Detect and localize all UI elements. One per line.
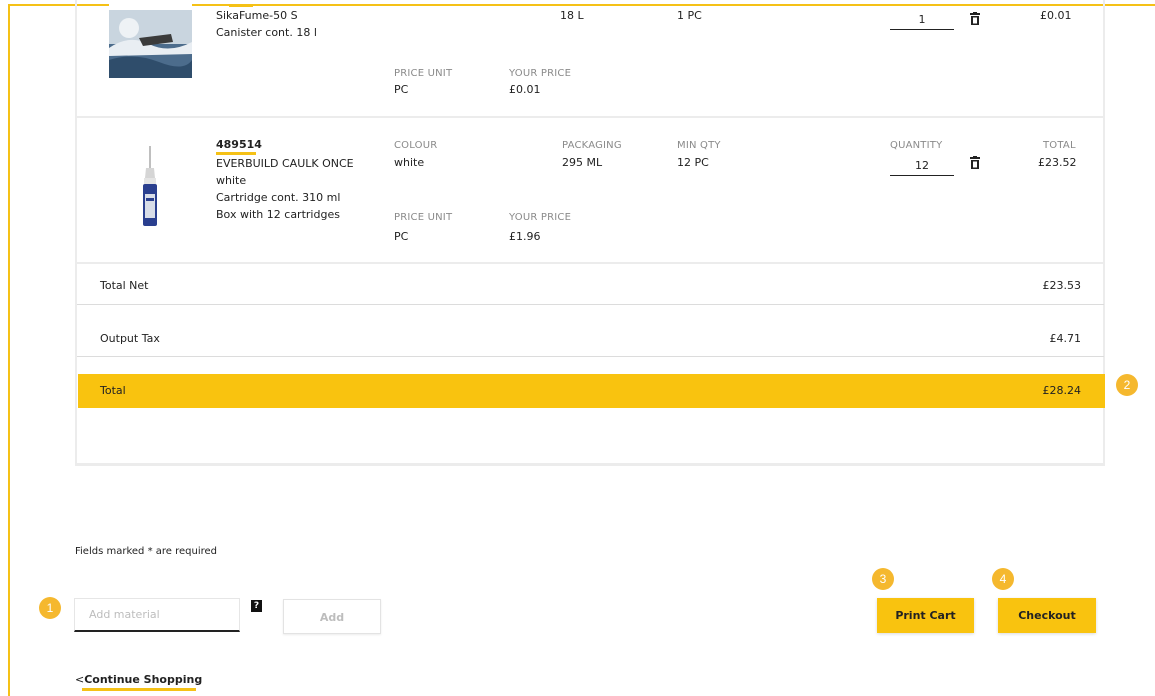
chevron-left-icon: < xyxy=(75,673,85,686)
checkout-button[interactable]: Checkout xyxy=(998,598,1096,633)
step-badge: 2 xyxy=(1116,374,1138,396)
price-unit-label: PRICE UNIT xyxy=(394,212,453,223)
article-number-link[interactable]: 489514 xyxy=(216,137,262,152)
add-material-input[interactable]: Add material xyxy=(74,598,240,632)
total-net-label: Total Net xyxy=(100,279,149,292)
quantity-label: QUANTITY xyxy=(890,140,943,151)
your-price-value: £0.01 xyxy=(509,83,541,96)
help-icon[interactable]: ? xyxy=(251,600,262,612)
required-note: Fields marked * are required xyxy=(75,546,217,557)
quantity-input[interactable]: 12 xyxy=(890,156,954,176)
grand-total-label: Total xyxy=(100,384,126,397)
item-packaging: 18 L xyxy=(560,9,584,22)
print-cart-button[interactable]: Print Cart xyxy=(877,598,974,633)
quantity-input[interactable]: 1 xyxy=(890,10,954,30)
trash-icon[interactable] xyxy=(969,12,981,26)
output-tax-value: £4.71 xyxy=(1049,332,1082,345)
continue-shopping-link[interactable]: <Continue Shopping xyxy=(75,673,202,686)
price-unit-value: PC xyxy=(394,83,409,96)
grand-total-bar xyxy=(78,374,1105,408)
article-underline xyxy=(229,4,253,7)
link-underline xyxy=(82,688,196,691)
packaging-label: PACKAGING xyxy=(562,140,622,151)
step-badge: 3 xyxy=(872,568,894,590)
your-price-label: YOUR PRICE xyxy=(509,212,572,223)
row-divider xyxy=(77,116,1104,118)
output-tax-label: Output Tax xyxy=(100,332,160,345)
item-total: £23.52 xyxy=(1038,156,1077,169)
product-image xyxy=(109,4,192,78)
colour-value: white xyxy=(394,156,425,169)
row-divider xyxy=(77,304,1104,305)
min-qty-label: MIN QTY xyxy=(677,140,721,151)
your-price-value: £1.96 xyxy=(509,230,541,243)
price-unit-label: PRICE UNIT xyxy=(394,68,453,79)
item-description: Canister cont. 18 l xyxy=(216,26,317,39)
trash-icon[interactable] xyxy=(969,156,981,170)
item-name: EVERBUILD CAULK ONCE xyxy=(216,157,354,170)
total-label: TOTAL xyxy=(1043,140,1076,151)
item-description: Cartridge cont. 310 ml xyxy=(216,191,341,204)
article-underline xyxy=(216,152,256,155)
item-box: Box with 12 cartridges xyxy=(216,208,340,221)
item-total: £0.01 xyxy=(1040,9,1072,22)
row-divider xyxy=(77,356,1104,357)
price-unit-value: PC xyxy=(394,230,409,243)
continue-shopping-label: Continue Shopping xyxy=(84,673,203,686)
step-badge: 4 xyxy=(992,568,1014,590)
your-price-label: YOUR PRICE xyxy=(509,68,572,79)
packaging-value: 295 ML xyxy=(562,156,603,169)
min-qty-value: 12 PC xyxy=(677,156,709,169)
add-button[interactable]: Add xyxy=(283,599,381,634)
item-name: SikaFume-50 S xyxy=(216,9,298,22)
product-image xyxy=(143,146,157,226)
grand-total-value: £28.24 xyxy=(1042,384,1082,397)
item-min-qty: 1 PC xyxy=(677,9,702,22)
colour-label: COLOUR xyxy=(394,140,438,151)
item-colour-line: white xyxy=(216,174,247,187)
row-divider xyxy=(77,262,1104,264)
total-net-value: £23.53 xyxy=(1042,279,1082,292)
step-badge: 1 xyxy=(39,597,61,619)
